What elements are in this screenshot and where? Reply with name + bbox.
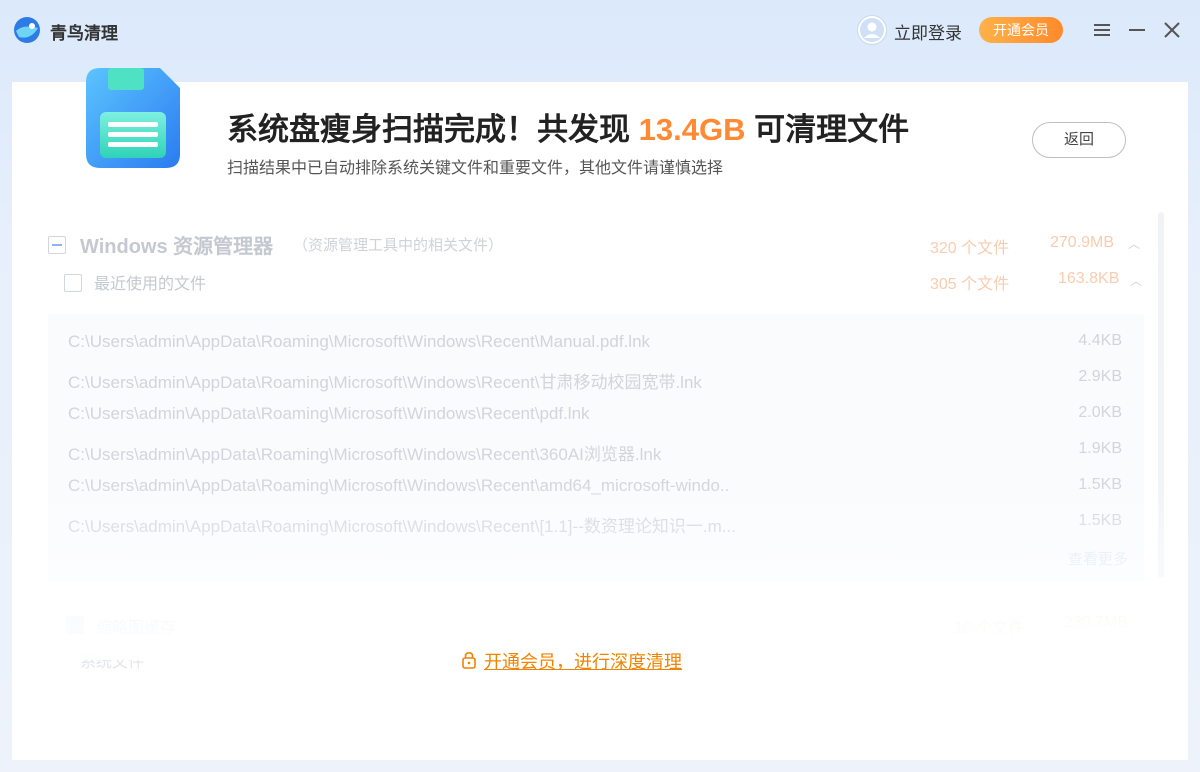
headline-size: 13.4GB — [638, 112, 746, 147]
file-size: 4.4KB — [1078, 332, 1122, 349]
app-title: 青鸟清理 — [50, 24, 118, 43]
list-item[interactable]: C:\Users\admin\AppData\Roaming\Microsoft… — [48, 504, 1144, 540]
file-size: 2.0KB — [1078, 404, 1122, 421]
file-path: C:\Users\admin\AppData\Roaming\Microsoft… — [68, 404, 590, 423]
page-title: 系统盘瘦身扫描完成！共发现 13.4GB 可清理文件 — [227, 104, 909, 149]
file-path: C:\Users\admin\AppData\Roaming\Microsoft… — [68, 373, 702, 392]
headline-suffix: 可清理文件 — [745, 112, 910, 147]
category-size: 230.7MB — [1064, 614, 1129, 631]
category-row[interactable]: Windows 资源管理器 （资源管理工具中的相关文件） 320 个文件 270… — [48, 224, 1148, 264]
subcategory-row[interactable]: 最近使用的文件 305 个文件 163.8KB ︿ — [64, 268, 1164, 298]
category-count: 320 个文件 — [930, 240, 1010, 257]
list-item[interactable]: C:\Users\admin\AppData\Roaming\Microsoft… — [48, 360, 1144, 396]
category-count: 15 个文件 — [954, 620, 1025, 637]
headline-prefix: 系统盘瘦身扫描完成！共发现 — [227, 112, 639, 147]
category-row-system-files[interactable]: 系统文件 — [80, 648, 144, 672]
category-title: Windows 资源管理器 — [80, 236, 274, 258]
view-more-link[interactable]: 查看更多 — [1068, 548, 1128, 569]
chevron-up-icon[interactable]: ︿ — [1128, 235, 1140, 252]
close-icon[interactable] — [1160, 16, 1184, 44]
list-item[interactable]: C:\Users\admin\AppData\Roaming\Microsoft… — [48, 396, 1144, 432]
lock-icon — [460, 651, 478, 669]
file-size: 1.5KB — [1078, 476, 1122, 493]
scan-results: Windows 资源管理器 （资源管理工具中的相关文件） 320 个文件 270… — [12, 210, 1188, 671]
scrollbar[interactable] — [1158, 212, 1164, 578]
chevron-up-icon[interactable]: ︿ — [1130, 272, 1142, 289]
subcategory-checkbox[interactable] — [64, 274, 82, 292]
file-path: C:\Users\admin\AppData\Roaming\Microsoft… — [68, 476, 730, 495]
subcategory-size: 163.8KB — [1058, 270, 1120, 287]
category-checkbox[interactable] — [48, 236, 66, 254]
subcategory-title: 最近使用的文件 — [94, 276, 207, 293]
login-link[interactable]: 立即登录 — [894, 19, 962, 44]
list-item[interactable]: C:\Users\admin\AppData\Roaming\Microsoft… — [48, 324, 1144, 360]
category-checkbox[interactable] — [66, 616, 84, 634]
category-size: 270.9MB — [1050, 234, 1115, 251]
subcategory-count: 305 个文件 — [930, 276, 1010, 293]
avatar[interactable] — [858, 16, 886, 44]
file-size: 1.9KB — [1078, 440, 1122, 457]
main-panel: 系统盘瘦身扫描完成！共发现 13.4GB 可清理文件 扫描结果中已自动排除系统关… — [12, 68, 1188, 760]
file-size: 2.9KB — [1078, 368, 1122, 385]
file-path: C:\Users\admin\AppData\Roaming\Microsoft… — [68, 517, 736, 536]
title-bar: 青鸟清理 立即登录 开通会员 — [0, 0, 1200, 60]
page-subtitle: 扫描结果中已自动排除系统关键文件和重要文件，其他文件请谨慎选择 — [227, 160, 724, 177]
file-size: 1.5KB — [1078, 512, 1122, 529]
category-title: 缩略图缓存 — [96, 620, 177, 637]
menu-icon[interactable] — [1090, 16, 1114, 44]
deep-clean-label: 开通会员，进行深度清理 — [484, 652, 682, 672]
back-button[interactable]: 返回 — [1032, 122, 1126, 158]
vip-button[interactable]: 开通会员 — [979, 17, 1063, 43]
app-logo-icon — [13, 16, 41, 44]
file-list: C:\Users\admin\AppData\Roaming\Microsoft… — [48, 314, 1144, 582]
category-desc: （资源管理工具中的相关文件） — [293, 237, 504, 254]
file-path: C:\Users\admin\AppData\Roaming\Microsoft… — [68, 332, 651, 351]
file-path: C:\Users\admin\AppData\Roaming\Microsoft… — [68, 445, 662, 464]
list-item[interactable]: C:\Users\admin\AppData\Roaming\Microsoft… — [48, 432, 1144, 468]
minimize-icon[interactable] — [1125, 16, 1149, 44]
list-item[interactable]: C:\Users\admin\AppData\Roaming\Microsoft… — [48, 468, 1144, 504]
disk-document-icon — [78, 62, 188, 182]
category-row-thumbnails[interactable]: 缩略图缓存 15 个文件 230.7MB — [48, 608, 1148, 644]
